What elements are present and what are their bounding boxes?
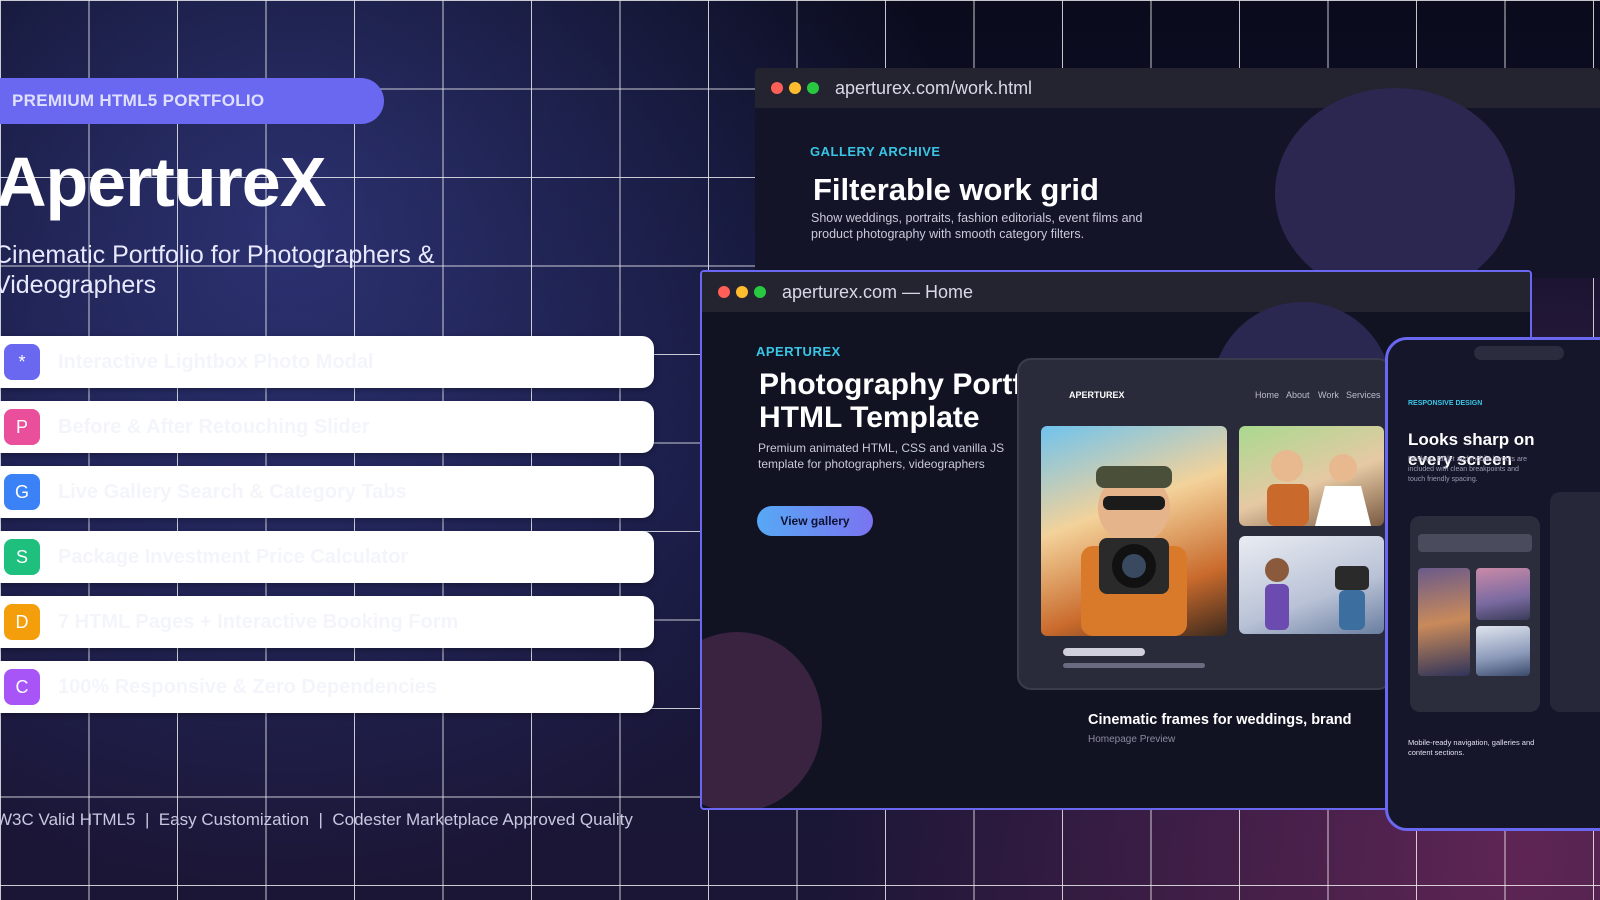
address-bar[interactable]: aperturex.com/work.html (835, 78, 1032, 99)
work-browser-window: aperturex.com/work.html GALLERY ARCHIVE … (755, 68, 1600, 278)
home-caption-sub: Homepage Preview (1088, 734, 1176, 745)
tablet-placeholder-line (1063, 648, 1145, 656)
phone-card (1410, 516, 1540, 712)
camera-illustration (1081, 466, 1187, 636)
feature-list: * Interactive Lightbox Photo Modal P Bef… (0, 336, 654, 726)
feature-label: 7 HTML Pages + Interactive Booking Form (58, 610, 459, 633)
brand-eyebrow: APERTUREX (756, 344, 841, 359)
photographer-photo[interactable] (1041, 426, 1227, 636)
browser-bar: aperturex.com/work.html (755, 68, 1600, 108)
phone-search-bar[interactable] (1418, 534, 1532, 552)
feature-item: G Live Gallery Search & Category Tabs (0, 466, 654, 518)
view-gallery-button[interactable]: View gallery (757, 506, 873, 536)
wedding-photo[interactable] (1239, 426, 1384, 526)
feature-label: Before & After Retouching Slider (58, 415, 370, 438)
home-caption: Cinematic frames for weddings, brand (1088, 712, 1352, 728)
studio-photo[interactable] (1239, 536, 1384, 634)
product-title: ApertureX (0, 143, 326, 221)
hero-text: Premium animated HTML, CSS and vanilla J… (758, 441, 1005, 471)
window-controls (718, 286, 766, 298)
phone-eyebrow: RESPONSIVE DESIGN (1408, 400, 1483, 407)
feature-letter-icon: C (4, 669, 40, 705)
section-text: Show weddings, portraits, fashion editor… (811, 211, 1143, 241)
decor-circle (702, 632, 822, 808)
maximize-dot-icon[interactable] (807, 82, 819, 94)
feature-letter-icon: S (4, 539, 40, 575)
feature-item: P Before & After Retouching Slider (0, 401, 654, 453)
feature-label: Interactive Lightbox Photo Modal (58, 350, 374, 373)
maximize-dot-icon[interactable] (754, 286, 766, 298)
feature-item: D 7 HTML Pages + Interactive Booking For… (0, 596, 654, 648)
tablet-placeholder-line (1063, 663, 1205, 668)
feature-item: * Interactive Lightbox Photo Modal (0, 336, 654, 388)
feature-letter-icon: * (4, 344, 40, 380)
tablet-nav-about[interactable]: About (1286, 390, 1310, 400)
address-bar[interactable]: aperturex.com — Home (782, 282, 973, 303)
section-eyebrow: GALLERY ARCHIVE (810, 144, 941, 159)
feature-label: 100% Responsive & Zero Dependencies (58, 675, 438, 698)
quality-footer: W3C Valid HTML5 | Easy Customization | C… (0, 810, 633, 829)
wedding-illustration (1267, 450, 1371, 526)
phone-photo[interactable] (1476, 626, 1530, 676)
feature-letter-icon: D (4, 604, 40, 640)
feature-letter-icon: P (4, 409, 40, 445)
phone-photo[interactable] (1418, 568, 1470, 676)
product-subtitle: Cinematic Portfolio for Photographers & … (0, 241, 435, 299)
tablet-nav-work[interactable]: Work (1318, 390, 1339, 400)
phone-notch (1474, 346, 1564, 360)
minimize-dot-icon[interactable] (736, 286, 748, 298)
phone-footer: Mobile-ready navigation, galleries and c… (1408, 738, 1535, 757)
phone-mockup: RESPONSIVE DESIGN Looks sharp on every s… (1385, 337, 1600, 831)
studio-illustration (1265, 558, 1369, 630)
window-controls (771, 82, 819, 94)
feature-item: S Package Investment Price Calculator (0, 531, 654, 583)
phone-side-card (1550, 492, 1600, 712)
feature-item: C 100% Responsive & Zero Dependencies (0, 661, 654, 713)
close-dot-icon[interactable] (771, 82, 783, 94)
tablet-brand: APERTUREX (1069, 390, 1125, 400)
tablet-mockup: APERTUREX Home About Work Services (1017, 358, 1392, 690)
phone-photo[interactable] (1476, 568, 1530, 620)
minimize-dot-icon[interactable] (789, 82, 801, 94)
premium-badge: PREMIUM HTML5 PORTFOLIO (0, 78, 384, 124)
section-heading: Filterable work grid (813, 172, 1099, 207)
tablet-nav-home[interactable]: Home (1255, 390, 1279, 400)
feature-label: Package Investment Price Calculator (58, 545, 409, 568)
feature-letter-icon: G (4, 474, 40, 510)
feature-label: Live Gallery Search & Category Tabs (58, 480, 407, 503)
decor-circle (1275, 88, 1515, 278)
browser-bar: aperturex.com — Home (702, 272, 1530, 312)
close-dot-icon[interactable] (718, 286, 730, 298)
phone-text: Desktop, tablet and mobile layouts are i… (1408, 456, 1528, 483)
tablet-nav-services[interactable]: Services (1346, 390, 1381, 400)
